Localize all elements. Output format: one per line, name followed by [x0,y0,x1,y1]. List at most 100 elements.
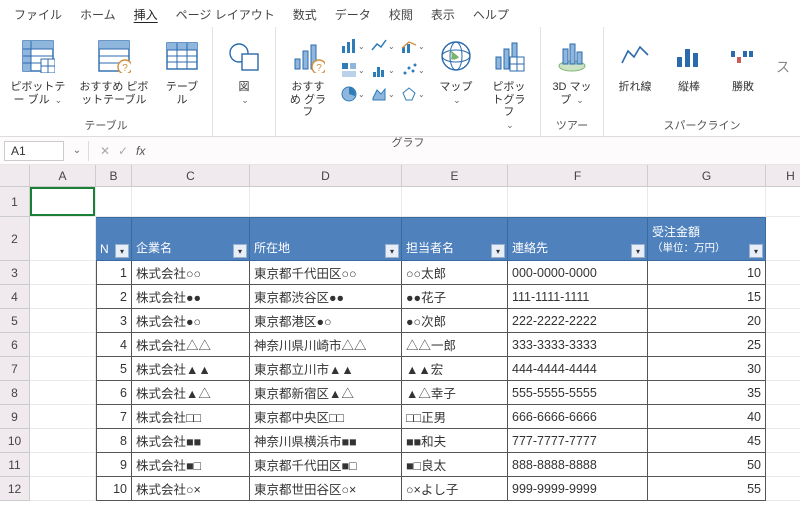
formula-input[interactable] [149,141,800,161]
cell-amount[interactable]: 30 [648,357,766,381]
cell-amount[interactable]: 50 [648,453,766,477]
menu-ホーム[interactable]: ホーム [72,4,124,25]
row-header-7[interactable]: 7 [0,357,30,381]
filter-button[interactable]: ▾ [115,244,129,258]
cell[interactable] [30,453,96,477]
cell-company[interactable]: 株式会社●● [132,285,250,309]
menu-表示[interactable]: 表示 [423,4,463,25]
cell-no[interactable]: 2 [96,285,132,309]
cell-company[interactable]: 株式会社△△ [132,333,250,357]
name-box-dropdown[interactable]: ⌄ [68,145,86,156]
col-header-B[interactable]: B [96,165,132,187]
col-header-G[interactable]: G [648,165,766,187]
cell[interactable] [132,187,250,217]
cell-phone[interactable]: 444-4444-4444 [508,357,648,381]
cell-no[interactable]: 10 [96,477,132,501]
cell-company[interactable]: 株式会社▲▲ [132,357,250,381]
table-header-phone[interactable]: 連絡先▾ [508,217,648,261]
menu-データ[interactable]: データ [327,4,379,25]
cell-location[interactable]: 東京都千代田区■□ [250,453,402,477]
surface-chart-button[interactable]: ⌄ [370,83,396,105]
pie-chart-button[interactable]: ⌄ [340,83,366,105]
cell-location[interactable]: 東京都千代田区○○ [250,261,402,285]
cell-no[interactable]: 5 [96,357,132,381]
cell[interactable] [766,261,800,285]
cell-amount[interactable]: 35 [648,381,766,405]
cell-amount[interactable]: 25 [648,333,766,357]
row-header-2[interactable]: 2 [0,217,30,261]
cell-location[interactable]: 神奈川県横浜市■■ [250,429,402,453]
cell-location[interactable]: 東京都中央区□□ [250,405,402,429]
cell-contact[interactable]: ▲△幸子 [402,381,508,405]
cell-phone[interactable]: 888-8888-8888 [508,453,648,477]
maps-button[interactable]: マップ⌄ [430,29,482,132]
menu-ファイル[interactable]: ファイル [6,4,70,25]
cell-contact[interactable]: ■■和夫 [402,429,508,453]
cell[interactable] [250,187,402,217]
cell[interactable] [648,187,766,217]
cell[interactable] [30,309,96,333]
cell-phone[interactable]: 999-9999-9999 [508,477,648,501]
cell-no[interactable]: 7 [96,405,132,429]
cell-no[interactable]: 8 [96,429,132,453]
col-header-A[interactable]: A [30,165,96,187]
row-header-9[interactable]: 9 [0,405,30,429]
row-header-4[interactable]: 4 [0,285,30,309]
cell-phone[interactable]: 222-2222-2222 [508,309,648,333]
cell[interactable] [30,429,96,453]
cell-contact[interactable]: □□正男 [402,405,508,429]
cell-contact[interactable]: ●○次郎 [402,309,508,333]
menu-ページ レイアウト[interactable]: ページ レイアウト [168,4,283,25]
cell-company[interactable]: 株式会社●○ [132,309,250,333]
cell-company[interactable]: 株式会社■□ [132,453,250,477]
cell-location[interactable]: 東京都新宿区▲△ [250,381,402,405]
recommended-charts-button[interactable]: ? おすすめ グラフ [280,29,336,132]
col-header-E[interactable]: E [402,165,508,187]
cell-amount[interactable]: 55 [648,477,766,501]
menu-挿入[interactable]: 挿入 [126,4,166,25]
cell[interactable] [766,357,800,381]
column-chart-button[interactable]: ⌄ [340,35,366,57]
cell-no[interactable]: 4 [96,333,132,357]
cell[interactable] [96,187,132,217]
col-header-H[interactable]: H [766,165,800,187]
3d-map-button[interactable]: 3D マップ ⌄ [545,29,599,115]
row-header-8[interactable]: 8 [0,381,30,405]
hierarchy-chart-button[interactable]: ⌄ [340,59,366,81]
cell-contact[interactable]: △△一郎 [402,333,508,357]
sparkline-line-button[interactable]: 折れ線 [608,29,662,115]
recommended-pivot-button[interactable]: ? おすすめ ピボットテーブル [72,29,156,115]
table-button[interactable]: テーブル [156,29,208,115]
scatter-chart-button[interactable]: ⌄ [400,59,426,81]
cell-company[interactable]: 株式会社○× [132,477,250,501]
sparkline-column-button[interactable]: 縦棒 [662,29,716,115]
cell-no[interactable]: 1 [96,261,132,285]
worksheet[interactable]: ABCDEFGH 123456789101112 N▾企業名▾所在地▾担当者名▾… [0,165,800,517]
cell-contact[interactable]: ○×よし子 [402,477,508,501]
radar-chart-button[interactable]: ⌄ [400,83,426,105]
filter-button[interactable]: ▾ [233,244,247,258]
row-header-1[interactable]: 1 [0,187,30,217]
cell-no[interactable]: 9 [96,453,132,477]
cell[interactable] [766,405,800,429]
row-header-6[interactable]: 6 [0,333,30,357]
cell-phone[interactable]: 333-3333-3333 [508,333,648,357]
cell-location[interactable]: 東京都渋谷区●● [250,285,402,309]
insert-function-button[interactable]: fx [132,144,149,158]
cell-amount[interactable]: 20 [648,309,766,333]
cell[interactable] [30,217,96,261]
enter-formula-button[interactable]: ✓ [114,144,132,158]
cell-company[interactable]: 株式会社□□ [132,405,250,429]
menu-ヘルプ[interactable]: ヘルプ [465,4,517,25]
cell[interactable] [30,357,96,381]
more-button[interactable]: ス [770,29,796,115]
cell[interactable] [766,477,800,501]
cell-amount[interactable]: 15 [648,285,766,309]
row-header-12[interactable]: 12 [0,477,30,501]
table-header-company[interactable]: 企業名▾ [132,217,250,261]
cell[interactable] [766,429,800,453]
pivot-table-button[interactable]: ピボットテー ブル ⌄ [4,29,72,115]
cell-location[interactable]: 東京都港区●○ [250,309,402,333]
col-header-C[interactable]: C [132,165,250,187]
cell[interactable] [30,261,96,285]
